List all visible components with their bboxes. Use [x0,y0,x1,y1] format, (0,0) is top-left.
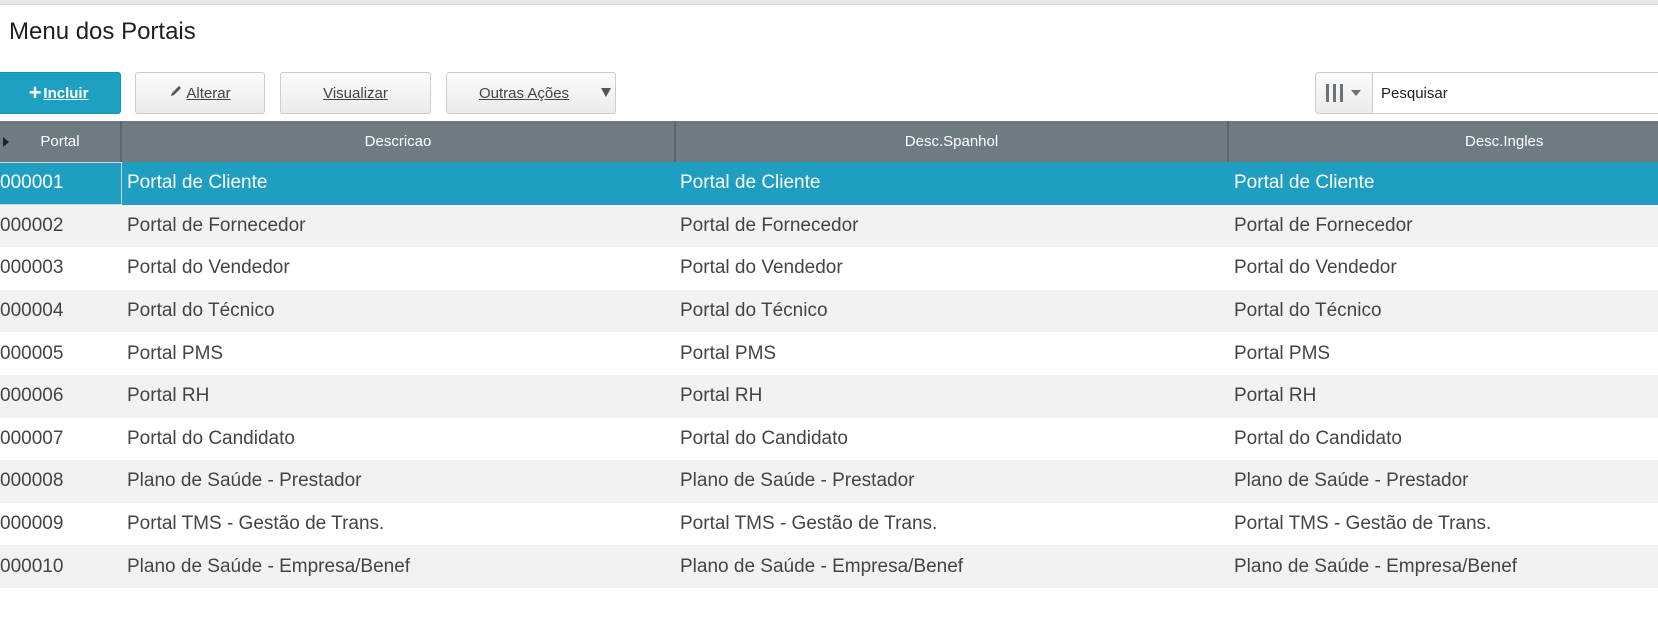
cell-desc-ingles: Portal RH [1234,385,1317,407]
alterar-button[interactable]: Alterar [135,72,265,114]
table-row[interactable]: 000010 Plano de Saúde - Empresa/Benef Plan… [0,545,1658,588]
grid-body: 000001 Portal de Cliente Portal de Cliente… [0,162,1658,588]
cell-desc-ingles: Portal do Candidato [1234,427,1402,449]
cell-descricao: Portal RH [127,385,210,407]
cell-desc-spanhol: Portal de Cliente [680,172,821,194]
cell-desc-spanhol: Portal TMS - Gestão de Trans. [680,513,938,535]
incluir-button[interactable]: + Incluir [0,72,121,114]
cell-descricao: Portal de Cliente [127,172,268,194]
cell-desc-ingles: Plano de Saúde - Prestador [1234,470,1469,492]
cell-desc-spanhol: Portal PMS [680,342,777,364]
visualizar-label: Visualizar [323,84,388,102]
cell-portal: 000007 [0,427,64,449]
cell-portal: 000003 [0,257,64,279]
cell-desc-spanhol: Portal do Técnico [680,300,828,322]
table-row[interactable]: 000002 Portal de Fornecedor Portal de Forn… [0,204,1658,248]
outras-acoes-label: Outras Ações [479,84,570,102]
cell-desc-spanhol: Portal de Fornecedor [680,214,859,236]
cell-desc-spanhol: Portal do Candidato [680,427,848,449]
cell-portal: 000002 [0,214,64,236]
table-row[interactable]: 000008 Plano de Saúde - Prestador Plano de… [0,460,1658,503]
plus-icon: + [28,80,42,105]
cell-portal: 000010 [0,555,64,577]
table-row[interactable]: 000006 Portal RH Portal RH Portal RH [0,374,1658,418]
table-row[interactable]: 000009 Portal TMS - Gestão de Trans. Porta… [0,502,1658,546]
cell-desc-ingles: Portal de Cliente [1234,172,1375,194]
incluir-label: Incluir [43,84,89,102]
cell-portal: 000008 [0,470,64,492]
cell-desc-ingles: Portal TMS - Gestão de Trans. [1234,513,1492,535]
page-title: Menu dos Portais [9,18,196,45]
cell-descricao: Portal do Técnico [127,300,275,322]
column-header-desc-spanhol[interactable]: Desc.Spanhol [676,121,1229,162]
cell-descricao: Portal de Fornecedor [127,214,306,236]
cell-descricao: Portal do Candidato [127,427,295,449]
column-header-portal[interactable]: Portal [0,121,122,162]
column-header-descricao[interactable]: Descricao [122,121,676,162]
cell-portal: 000004 [0,300,64,322]
alterar-label: Alterar [186,84,231,102]
cell-portal: 000006 [0,385,64,407]
cell-descricao: Plano de Saúde - Empresa/Benef [127,555,411,577]
search-box [1315,72,1658,114]
table-row[interactable]: 000003 Portal do Vendedor Portal do Vended… [0,247,1658,290]
top-border [0,0,1658,5]
cell-desc-ingles: Portal PMS [1234,342,1331,364]
cell-descricao: Plano de Saúde - Prestador [127,470,362,492]
pencil-icon [169,84,183,102]
cell-descricao: Portal TMS - Gestão de Trans. [127,513,385,535]
cell-desc-ingles: Portal de Fornecedor [1234,214,1413,236]
column-header-desc-ingles[interactable]: Desc.Ingles [1229,121,1658,162]
cell-desc-spanhol: Plano de Saúde - Empresa/Benef [680,555,964,577]
search-input[interactable] [1373,73,1653,113]
table-row[interactable]: 000001 Portal de Cliente Portal de Cliente… [0,162,1658,205]
cell-desc-ingles: Portal do Técnico [1234,300,1382,322]
cell-desc-ingles: Plano de Saúde - Empresa/Benef [1234,555,1518,577]
outras-acoes-button[interactable]: Outras Ações [446,72,616,114]
visualizar-button[interactable]: Visualizar [280,72,431,114]
cell-desc-spanhol: Portal RH [680,385,763,407]
table-row[interactable]: 000004 Portal do Técnico Portal do Técnico… [0,289,1658,333]
grid-header: Portal Descricao Desc.Spanhol Desc.Ingle… [0,121,1658,162]
column-picker-button[interactable] [1316,73,1373,113]
data-grid: Portal Descricao Desc.Spanhol Desc.Ingle… [0,121,1658,588]
table-row[interactable]: 000005 Portal PMS Portal PMS Portal PMS [0,332,1658,375]
cell-portal: 000009 [0,513,64,535]
cell-desc-spanhol: Plano de Saúde - Prestador [680,470,915,492]
dropdown-caret-icon [601,88,611,97]
chevron-down-icon [1351,90,1361,96]
table-row[interactable]: 000007 Portal do Candidato Portal do Candi… [0,417,1658,461]
columns-icon [1326,84,1343,102]
cell-descricao: Portal do Vendedor [127,257,290,279]
cell-desc-spanhol: Portal do Vendedor [680,257,843,279]
cell-descricao: Portal PMS [127,342,224,364]
cell-desc-ingles: Portal do Vendedor [1234,257,1397,279]
cell-portal: 000001 [0,162,122,205]
cell-portal: 000005 [0,342,64,364]
